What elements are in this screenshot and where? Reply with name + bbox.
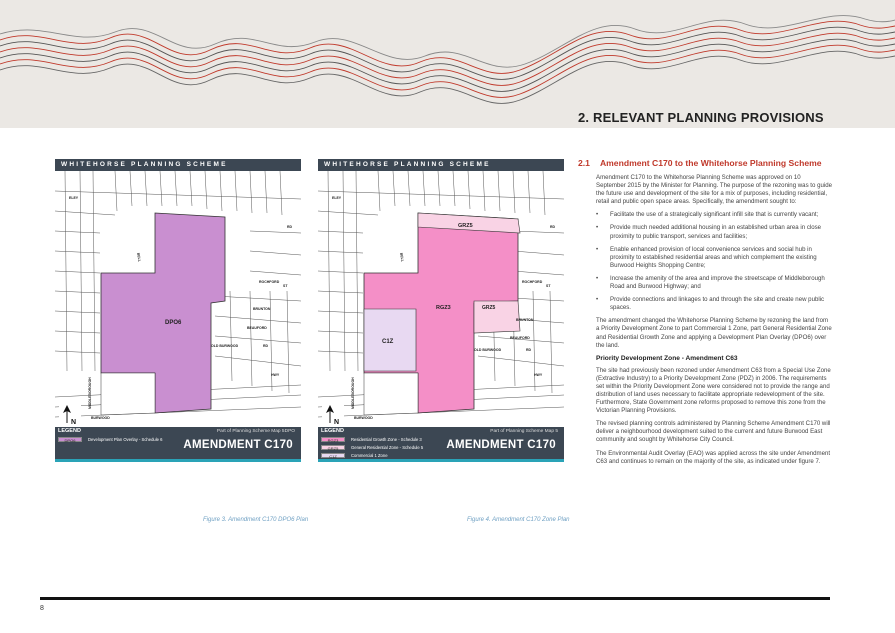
- map-accent-strip: [55, 459, 301, 462]
- paragraph: Amendment C170 to the Whitehorse Plannin…: [596, 174, 832, 206]
- figure-caption: Figure 4. Amendment C170 Zone Plan: [467, 517, 570, 523]
- map-panel-zones: WHITEHORSE PLANNING SCHEME GRZ5 RGZ3 GRZ…: [318, 159, 564, 503]
- zone-label-grz5: GRZ5: [458, 223, 473, 229]
- paragraph-subheading: Priority Development Zone - Amendment C6…: [596, 354, 738, 362]
- svg-text:N: N: [71, 419, 76, 426]
- street-label: MIDDLEBOROUGH: [88, 377, 92, 409]
- legend-item-text: General Residential Zone - Schedule 5: [351, 444, 424, 450]
- amendment-title: AMENDMENT C170: [446, 439, 556, 451]
- street-label: ROCHFORD: [259, 280, 280, 284]
- north-arrow-icon: N: [59, 403, 81, 427]
- street-label: HWY: [534, 373, 543, 377]
- legend-swatch: GRZ5: [321, 444, 345, 451]
- street-label: ELEY: [332, 196, 342, 200]
- map-top-title: WHITEHORSE PLANNING SCHEME: [55, 159, 301, 171]
- section-content: 2.1 Amendment C170 to the Whitehorse Plan…: [578, 158, 832, 471]
- north-arrow-icon: N: [322, 403, 344, 427]
- paragraph: The Environmental Audit Overlay (EAO) wa…: [596, 449, 831, 465]
- street-label: MIDDLEBOROUGH: [351, 377, 355, 409]
- grz5-zone-shape-east: [473, 300, 521, 334]
- street-label: RD: [550, 225, 556, 229]
- map-reference: Part of Planning Scheme Map 5: [490, 429, 558, 434]
- street-label: OLD BURWOOD: [474, 348, 502, 352]
- bullet-list: Facilitate the use of a strategically si…: [596, 211, 832, 312]
- legend-item: GRZ5 General Residential Zone - Schedule…: [321, 444, 424, 451]
- street-label: OLD BURWOOD: [211, 344, 239, 348]
- legend-item-text: Residential Growth Zone - Schedule 3: [351, 436, 422, 442]
- legend-swatch: DPO6: [58, 436, 82, 443]
- zone-label-dpo6: DPO6: [165, 320, 182, 326]
- svg-text:N: N: [334, 419, 339, 426]
- legend-swatch: C1Z: [321, 452, 345, 459]
- street-label: BURWOOD: [91, 416, 110, 420]
- zone-label-c1z: C1Z: [382, 339, 394, 345]
- street-label: HWY: [271, 373, 280, 377]
- street-label: BEAUFORD: [247, 326, 267, 330]
- street-label: BEAUFORD: [510, 336, 530, 340]
- zone-label-grz5: GRZ5: [482, 305, 496, 311]
- street-label: BURWOOD: [354, 416, 373, 420]
- map-accent-strip: [318, 459, 564, 462]
- street-label: RD: [263, 344, 269, 348]
- figure-caption: Figure 3. Amendment C170 DPO6 Plan: [203, 517, 309, 523]
- legend-item: C1Z Commercial 1 Zone: [321, 452, 388, 459]
- legend-item: RGZ3 Residential Growth Zone - Schedule …: [321, 436, 422, 443]
- map-top-title: WHITEHORSE PLANNING SCHEME: [318, 159, 564, 171]
- street-label: BRUNTON: [253, 307, 271, 311]
- contour-lines-graphic: [0, 15, 895, 104]
- paragraph: The site had previously been rezoned und…: [596, 366, 831, 415]
- legend-label: LEGEND: [321, 428, 344, 434]
- map-area-zones: GRZ5 RGZ3 GRZ5 C1Z ELEY RD BELL ROCHFORD…: [318, 171, 564, 427]
- street-label: ROCHFORD: [522, 280, 543, 284]
- legend-item-text: Commercial 1 Zone: [351, 452, 388, 458]
- zone-label-rgz3: RGZ3: [436, 305, 451, 311]
- street-label: RD: [526, 348, 532, 352]
- legend-swatch: RGZ3: [321, 436, 345, 443]
- map-panel-dpo6: WHITEHORSE PLANNING SCHEME DPO6 ELEY RD …: [55, 159, 301, 503]
- bullet-item: Enable enhanced provision of local conve…: [596, 246, 832, 270]
- map-reference: Part of Planning Scheme Map 5DPO: [216, 429, 295, 434]
- subsection-heading: 2.1 Amendment C170 to the Whitehorse Plan…: [578, 158, 832, 168]
- section-title: 2. RELEVANT PLANNING PROVISIONS: [578, 110, 824, 125]
- paragraph: The revised planning controls administer…: [596, 420, 831, 444]
- footer-rule: [40, 597, 830, 600]
- map-legend-bar: LEGEND Part of Planning Scheme Map 5DPO …: [55, 427, 301, 459]
- street-label: ELEY: [69, 196, 79, 200]
- legend-label: LEGEND: [58, 428, 81, 434]
- bullet-item: Increase the amenity of the area and imp…: [596, 275, 832, 291]
- map-legend-bar: LEGEND Part of Planning Scheme Map 5 AME…: [318, 427, 564, 459]
- page-number: 8: [40, 605, 44, 612]
- subsection-number: 2.1: [578, 158, 590, 168]
- amendment-title: AMENDMENT C170: [183, 439, 293, 451]
- subsection-title: Amendment C170 to the Whitehorse Plannin…: [599, 158, 822, 168]
- bullet-item: Facilitate the use of a strategically si…: [596, 211, 832, 219]
- street-label: RD: [287, 225, 293, 229]
- legend-item-text: Development Plan Overlay - Schedule 6: [88, 436, 163, 442]
- bullet-item: Provide much needed additional housing i…: [596, 224, 832, 240]
- legend-item: DPO6 Development Plan Overlay - Schedule…: [58, 436, 163, 443]
- paragraph: The amendment changed the Whitehorse Pla…: [596, 317, 832, 349]
- street-label: BRUNTON: [516, 318, 534, 322]
- bullet-item: Provide connections and linkages to and …: [596, 296, 832, 312]
- header-contour-band: [0, 0, 895, 128]
- map-area-dpo6: DPO6 ELEY RD BELL ROCHFORD BRUNTON ST BE…: [55, 171, 301, 427]
